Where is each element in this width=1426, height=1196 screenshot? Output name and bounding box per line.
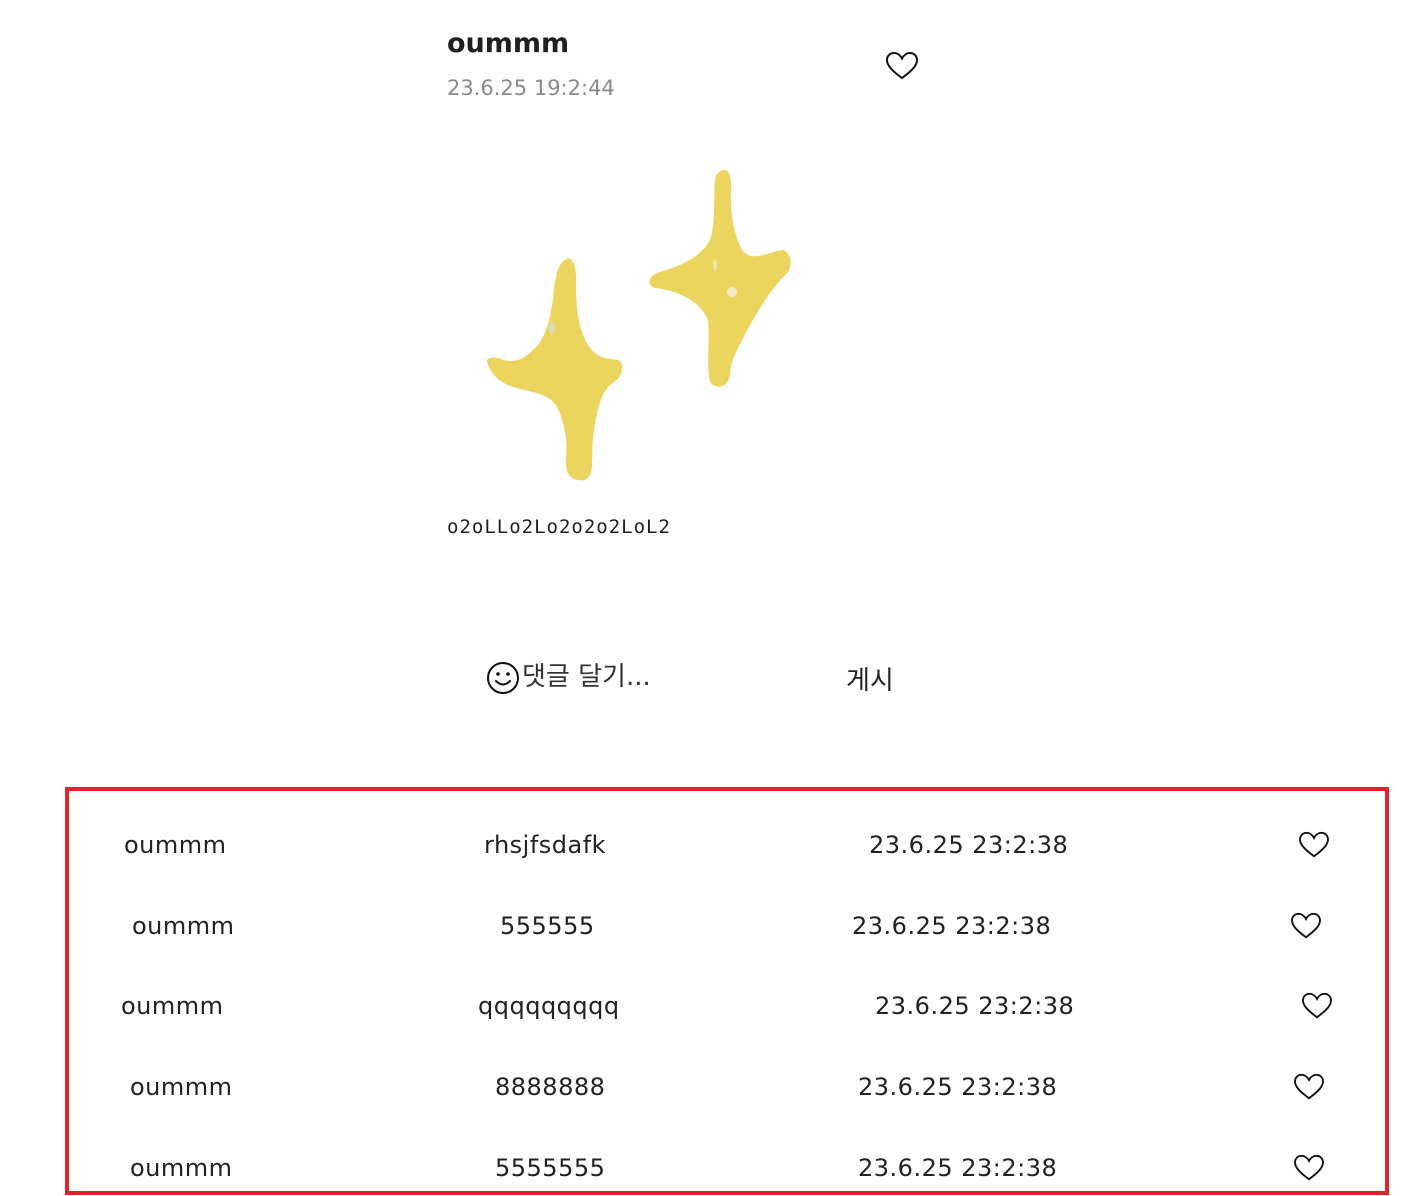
comment-timestamp: 23.6.25 23:2:38 xyxy=(875,992,1075,1020)
post-timestamp: 23.6.25 19:2:44 xyxy=(447,76,615,100)
comment-timestamp: 23.6.25 23:2:38 xyxy=(858,1154,1058,1182)
heart-icon[interactable] xyxy=(1293,1073,1325,1101)
comment-input[interactable] xyxy=(522,659,822,695)
heart-icon[interactable] xyxy=(1290,912,1322,940)
heart-icon[interactable] xyxy=(885,51,919,81)
comment-timestamp: 23.6.25 23:2:38 xyxy=(869,831,1069,859)
post-author[interactable]: oummm xyxy=(447,28,569,59)
comment-timestamp: 23.6.25 23:2:38 xyxy=(858,1073,1058,1101)
comment-list: oummm rhsjfsdafk 23.6.25 23:2:38 oummm 5… xyxy=(65,787,1389,1195)
comment-row: oummm qqqqqqqqq 23.6.25 23:2:38 xyxy=(69,980,1385,1040)
comment-text: qqqqqqqqq xyxy=(478,992,620,1020)
post-comment-button[interactable]: 게시 xyxy=(846,658,894,698)
heart-icon[interactable] xyxy=(1301,992,1333,1020)
comment-timestamp: 23.6.25 23:2:38 xyxy=(852,912,1052,940)
comment-row: oummm 8888888 23.6.25 23:2:38 xyxy=(69,1061,1385,1121)
comment-row: oummm rhsjfsdafk 23.6.25 23:2:38 xyxy=(69,819,1385,879)
comment-bar: 게시 xyxy=(486,658,926,698)
comment-author[interactable]: oummm xyxy=(130,1154,233,1182)
comment-text: rhsjfsdafk xyxy=(484,831,607,859)
comment-text: 555555 xyxy=(500,912,595,940)
post-image xyxy=(470,160,800,490)
heart-icon[interactable] xyxy=(1293,1154,1325,1182)
comment-row: oummm 5555555 23.6.25 23:2:38 xyxy=(69,1142,1385,1187)
comment-row: oummm 555555 23.6.25 23:2:38 xyxy=(69,900,1385,960)
post-caption: o2oLLo2Lo2o2o2LoL2 xyxy=(447,516,671,538)
comment-author[interactable]: oummm xyxy=(121,992,224,1020)
comment-author[interactable]: oummm xyxy=(132,912,235,940)
comment-author[interactable]: oummm xyxy=(130,1073,233,1101)
smiley-icon[interactable] xyxy=(486,661,520,695)
sparkles-drawing xyxy=(487,169,791,481)
comment-text: 5555555 xyxy=(495,1154,606,1182)
heart-icon[interactable] xyxy=(1298,831,1330,859)
post-page: oummm 23.6.25 19:2:44 o2oLLo2Lo2o2o2LoL2… xyxy=(0,0,1426,1196)
comment-author[interactable]: oummm xyxy=(124,831,227,859)
comment-text: 8888888 xyxy=(495,1073,606,1101)
